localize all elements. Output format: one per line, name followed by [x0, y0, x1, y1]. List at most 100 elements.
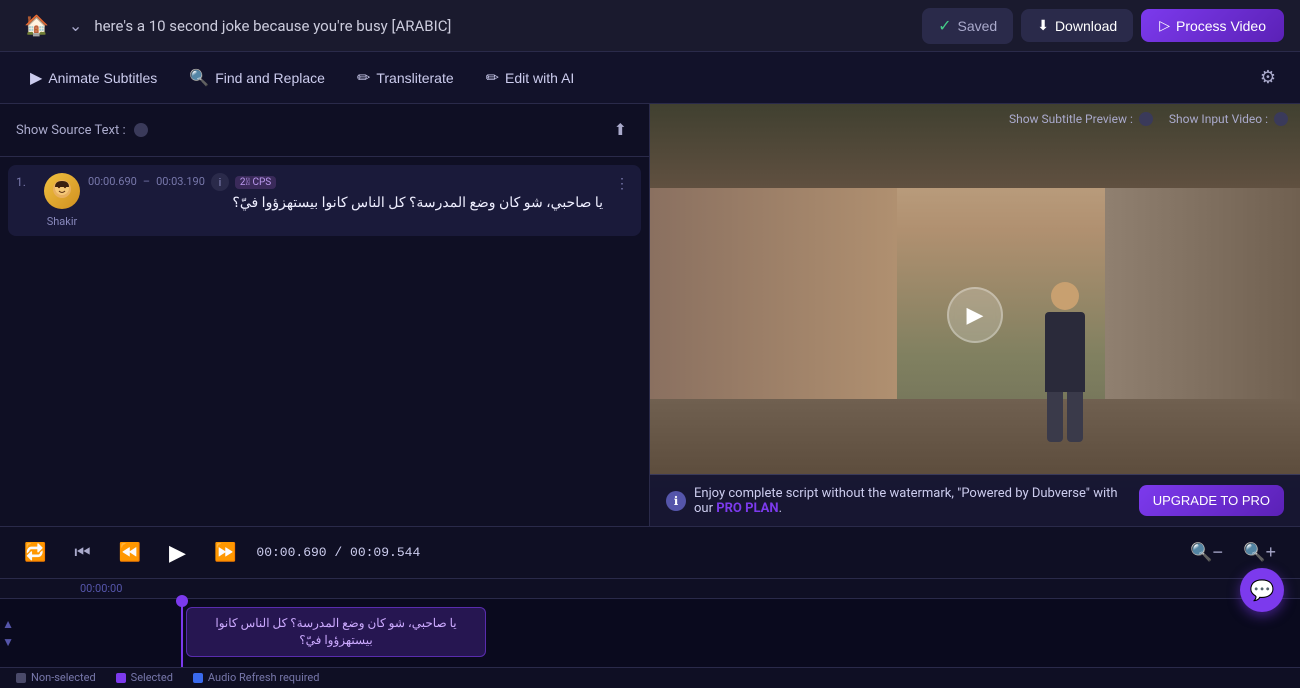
- timeline-area: 00:00:00 ▲ ▼ يا صاحبي، شو كان وضع المدرس…: [0, 578, 1300, 688]
- main-content: Show Source Text : ⬆ 1.: [0, 104, 1300, 526]
- input-video-toggle-circle[interactable]: [1274, 112, 1288, 126]
- right-panel: Show Subtitle Preview : Show Input Video…: [650, 104, 1300, 526]
- subtitle-info: 00:00.690 – 00:03.190 i 2⃣ CPS يا صاحبي،…: [88, 173, 603, 211]
- toolbar-group: ▶ Animate Subtitles 🔍 Find and Replace ✏…: [16, 60, 588, 96]
- timeline-legend: Non-selected Selected Audio Refresh requ…: [0, 667, 1300, 688]
- source-text-toggle-circle[interactable]: [134, 123, 148, 137]
- legend-dot-blue: [193, 673, 203, 683]
- speaker-name: Shakir: [47, 215, 78, 228]
- pro-plan-link[interactable]: PRO PLAN: [716, 501, 778, 516]
- loop-button[interactable]: 🔁: [16, 538, 54, 567]
- subtitle-text: يا صاحبي، شو كان وضع المدرسة؟ كل الناس ك…: [88, 195, 603, 211]
- subtitle-preview-toggle: Show Subtitle Preview :: [1009, 112, 1153, 126]
- top-nav: 🏠 ⌄ here's a 10 second joke because you'…: [0, 0, 1300, 52]
- video-controls: 🔁 ⏮ ⏪ ▶ ⏩ 00:00.690 / 00:09.544 🔍− 🔍+: [0, 526, 1300, 578]
- legend-audio-refresh-label: Audio Refresh required: [208, 671, 320, 684]
- check-icon: ✓: [938, 16, 951, 36]
- info-badge[interactable]: i: [211, 173, 229, 191]
- home-button[interactable]: 🏠: [16, 9, 57, 42]
- edit-icon: ✏: [486, 68, 499, 88]
- edit-with-ai-button[interactable]: ✏ Edit with AI: [472, 60, 589, 96]
- subtitle-list: 1.: [0, 157, 649, 526]
- legend-non-selected: Non-selected: [16, 671, 96, 684]
- zoom-controls: 🔍− 🔍+: [1182, 538, 1284, 567]
- left-panel: Show Source Text : ⬆ 1.: [0, 104, 650, 526]
- download-label: Download: [1055, 18, 1117, 34]
- timeline-ctrl-down[interactable]: ▼: [2, 635, 14, 649]
- subtitle-block[interactable]: يا صاحبي، شو كان وضع المدرسة؟ كل الناس ك…: [186, 607, 486, 657]
- play-pause-button[interactable]: ▶: [161, 536, 194, 570]
- find-replace-button[interactable]: 🔍 Find and Replace: [175, 60, 339, 96]
- video-toggles: Show Subtitle Preview : Show Input Video…: [1009, 112, 1288, 126]
- zoom-in-button[interactable]: 🔍+: [1235, 538, 1284, 567]
- search-icon: 🔍: [189, 68, 209, 88]
- nav-left: 🏠 ⌄ here's a 10 second joke because you'…: [16, 9, 451, 42]
- animate-subtitles-label: Animate Subtitles: [48, 70, 157, 86]
- subtitle-preview-toggle-circle[interactable]: [1139, 112, 1153, 126]
- subtitle-preview-label: Show Subtitle Preview :: [1009, 112, 1133, 126]
- video-container: ▶: [650, 104, 1300, 526]
- timeline-timestamp: 00:00:00: [80, 582, 122, 595]
- nav-right: ✓ Saved ⬇ Download ▷ Process Video: [922, 8, 1284, 44]
- page-title: here's a 10 second joke because you're b…: [94, 17, 451, 35]
- animate-icon: ▶: [30, 68, 42, 88]
- animate-subtitles-button[interactable]: ▶ Animate Subtitles: [16, 60, 171, 96]
- timeline-playhead[interactable]: [181, 599, 183, 667]
- subtitle-number: 1.: [16, 173, 36, 189]
- step-back-button[interactable]: ⏪: [111, 538, 149, 567]
- timeline-ruler: 00:00:00: [0, 579, 1300, 599]
- find-replace-label: Find and Replace: [215, 70, 325, 86]
- time-total: 00:09.544: [350, 545, 420, 560]
- legend-dot-grey: [16, 673, 26, 683]
- legend-selected: Selected: [116, 671, 173, 684]
- play-overlay[interactable]: ▶: [650, 104, 1300, 526]
- settings-button[interactable]: ⚙: [1252, 59, 1284, 96]
- timeline-left-controls: ▲ ▼: [0, 613, 16, 653]
- timeline-ctrl-up[interactable]: ▲: [2, 617, 14, 631]
- subtitle-more-button[interactable]: ⋮: [611, 173, 633, 194]
- video-frame: ▶: [650, 104, 1300, 526]
- legend-dot-purple: [116, 673, 126, 683]
- upgrade-to-pro-button[interactable]: UPGRADE TO PRO: [1139, 485, 1284, 516]
- play-large-button[interactable]: ▶: [947, 287, 1003, 343]
- download-button[interactable]: ⬇ Download: [1021, 9, 1133, 42]
- process-label: Process Video: [1176, 18, 1266, 34]
- saved-label: Saved: [958, 18, 998, 34]
- rewind-button[interactable]: ⏮: [66, 538, 98, 567]
- subtitle-item: 1.: [8, 165, 641, 236]
- process-icon: ▷: [1159, 17, 1170, 34]
- speaker-avatar: [44, 173, 80, 209]
- nav-chevron-button[interactable]: ⌄: [65, 12, 86, 40]
- pro-banner-text: ℹ Enjoy complete script without the wate…: [666, 486, 1139, 516]
- subtitle-time-end: 00:03.190: [156, 175, 205, 188]
- download-icon: ⬇: [1037, 17, 1049, 34]
- transliterate-button[interactable]: ✏ Transliterate: [343, 60, 468, 96]
- process-video-button[interactable]: ▷ Process Video: [1141, 9, 1284, 42]
- speaker-badge[interactable]: 2⃣ CPS: [235, 176, 276, 189]
- step-forward-button[interactable]: ⏩: [206, 538, 244, 567]
- timeline-tracks: يا صاحبي، شو كان وضع المدرسة؟ كل الناس ك…: [16, 599, 1300, 667]
- source-text-toggle: Show Source Text :: [16, 123, 148, 138]
- time-separator: /: [334, 545, 350, 560]
- zoom-out-button[interactable]: 🔍−: [1182, 538, 1231, 567]
- time-display: 00:00.690 / 00:09.544: [256, 545, 420, 560]
- legend-selected-label: Selected: [131, 671, 173, 684]
- toolbar: ▶ Animate Subtitles 🔍 Find and Replace ✏…: [0, 52, 1300, 104]
- saved-button[interactable]: ✓ Saved: [922, 8, 1013, 44]
- subtitle-time-start: 00:00.690: [88, 175, 137, 188]
- pro-banner-description: Enjoy complete script without the waterm…: [694, 486, 1139, 516]
- pro-banner: ℹ Enjoy complete script without the wate…: [650, 474, 1300, 526]
- left-panel-header: Show Source Text : ⬆: [0, 104, 649, 157]
- pro-info-icon: ℹ: [666, 491, 686, 511]
- chat-bubble-button[interactable]: 💬: [1240, 568, 1284, 612]
- edit-with-ai-label: Edit with AI: [505, 70, 574, 86]
- timeline-content: ▲ ▼ يا صاحبي، شو كان وضع المدرسة؟ كل الن…: [0, 599, 1300, 667]
- export-button[interactable]: ⬆: [608, 114, 633, 146]
- input-video-toggle: Show Input Video :: [1169, 112, 1288, 126]
- transliterate-icon: ✏: [357, 68, 370, 88]
- transliterate-label: Transliterate: [376, 70, 453, 86]
- subtitle-actions: ⋮: [611, 173, 633, 194]
- input-video-label: Show Input Video :: [1169, 112, 1268, 126]
- subtitle-block-text: يا صاحبي، شو كان وضع المدرسة؟ كل الناس ك…: [187, 611, 485, 653]
- legend-non-selected-label: Non-selected: [31, 671, 96, 684]
